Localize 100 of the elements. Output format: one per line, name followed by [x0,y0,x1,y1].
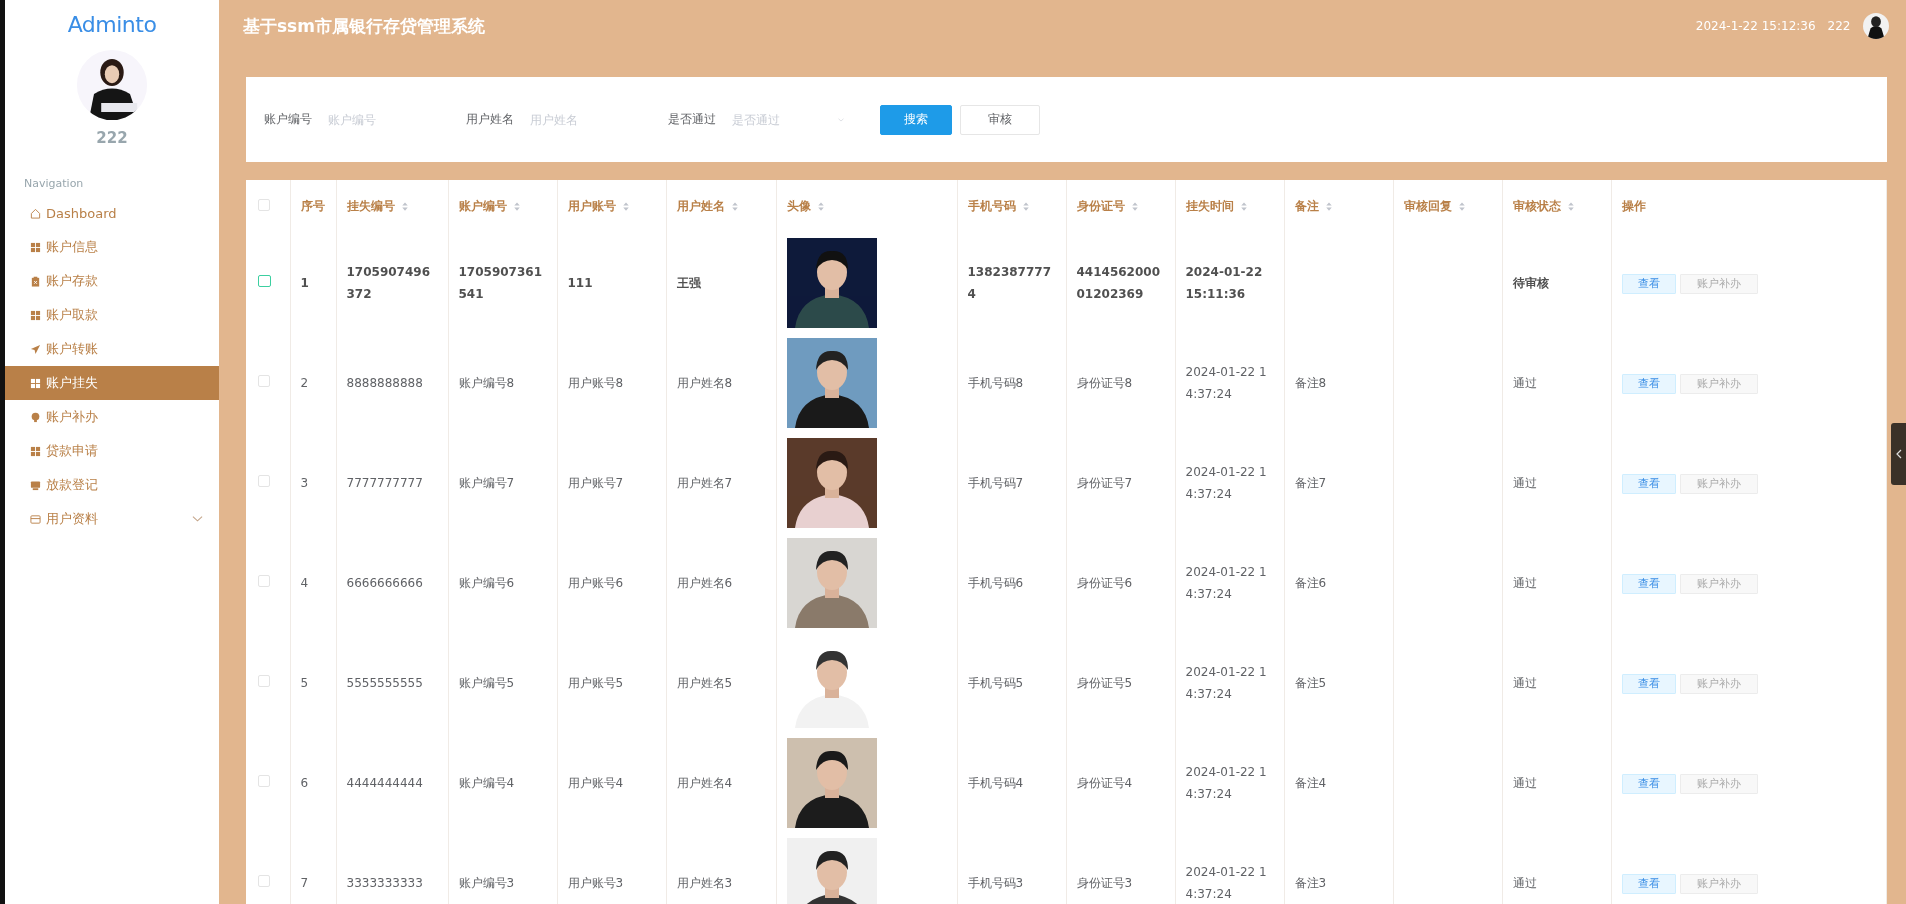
table-cell: 手机号码8 [967,376,1024,390]
table-cell: 账户编号8 [458,376,515,390]
sidebar-item[interactable]: 账户存款 [5,264,219,298]
sort-icon[interactable] [1130,201,1139,212]
sidebar-item[interactable]: 账户补办 [5,400,219,434]
table-cell: 通过 [1512,876,1537,890]
table-cell: 2024-01-22 15:11:36 [1185,265,1263,301]
table-cell: 用户姓名7 [676,476,733,490]
table-cell: 用户姓名3 [676,876,733,890]
table-cell: 通过 [1512,776,1537,790]
table-cell: 手机号码6 [967,576,1024,590]
field-label: 账户编号 [264,111,312,128]
sidebar-item[interactable]: 用户资料 [5,502,219,536]
sidebar-item[interactable]: 账户挂失 [5,366,219,400]
reissue-button[interactable]: 账户补办 [1679,873,1758,894]
table-cell: 5 [300,676,309,690]
table-row[interactable]: 4 6666666666 账户编号6 用户账号6 用户姓名6 手机号码6 身份证号6 2024-01-22 14:37:24 备注6 通过 查看 账户补办 [246,533,1886,633]
reissue-button[interactable]: 账户补办 [1679,373,1758,394]
table-row[interactable]: 2 8888888888 账户编号8 用户账号8 用户姓名8 手机号码8 身份证号8 2024-01-22 14:37:24 备注8 通过 查看 账户补办 [246,333,1886,433]
table-row[interactable]: 3 7777777777 账户编号7 用户账号7 用户姓名7 手机号码7 身份证号7 2024-01-22 14:37:24 备注7 通过 查看 账户补办 [246,433,1886,533]
reissue-button[interactable]: 账户补办 [1679,573,1758,594]
sort-icon[interactable] [400,201,409,212]
table-cell: 手机号码7 [967,476,1024,490]
table-cell: 6 [300,776,309,790]
column-header[interactable]: 用户账号 [567,198,630,215]
reissue-button[interactable]: 账户补办 [1679,473,1758,494]
chevron-icon[interactable] [838,116,844,123]
column-header[interactable]: 账户编号 [458,198,521,215]
table-cell: 4 [300,576,309,590]
logo: Adminto [67,12,157,37]
view-button[interactable]: 查看 [1621,773,1676,794]
column-header[interactable]: 挂失时间 [1185,198,1248,215]
table-cell: 身份证号8 [1076,376,1133,390]
table-cell: 2024-01-22 14:37:24 [1185,665,1267,701]
sidebar-item[interactable]: 账户信息 [5,230,219,264]
reissue-button[interactable]: 账户补办 [1679,773,1758,794]
table-cell: 111 [567,276,593,290]
table-cell: 备注3 [1294,876,1327,890]
table-cell: 3333333333 [346,876,423,890]
view-button[interactable]: 查看 [1621,673,1676,694]
table-cell: 用户账号6 [567,576,624,590]
checkbox[interactable] [258,275,271,287]
table-cell: 8888888888 [346,376,423,390]
field-label: 是否通过 [668,111,716,128]
sort-icon[interactable] [816,201,825,212]
view-button[interactable]: 查看 [1621,373,1676,394]
clipboard-icon [30,275,41,287]
box-icon [30,479,41,491]
search-button[interactable]: 搜索 [880,104,952,135]
sort-icon[interactable] [621,201,630,212]
sidebar-item[interactable]: 账户转账 [5,332,219,366]
table-cell: 用户账号7 [567,476,624,490]
sort-icon[interactable] [512,201,521,212]
side-handle[interactable] [1890,423,1906,485]
column-header[interactable]: 审核回复 [1403,198,1466,215]
table-cell: 7 [300,876,309,890]
grid-icon [30,309,41,321]
table-row[interactable]: 5 5555555555 账户编号5 用户账号5 用户姓名5 手机号码5 身份证号5 2024-01-22 14:37:24 备注5 通过 查看 账户补办 [246,633,1886,733]
grid-icon [30,377,41,389]
sort-icon[interactable] [1324,201,1333,212]
table-cell: 用户账号3 [567,876,624,890]
view-button[interactable]: 查看 [1621,573,1676,594]
table-cell: 备注5 [1294,676,1327,690]
view-button[interactable]: 查看 [1621,473,1676,494]
column-header[interactable]: 头像 [786,198,825,215]
column-header[interactable]: 挂失编号 [346,198,409,215]
review-button[interactable]: 审核 [960,104,1040,135]
column-header[interactable]: 用户姓名 [676,198,739,215]
table-cell: 用户姓名4 [676,776,733,790]
column-header[interactable]: 序号 [300,198,325,215]
table-cell: 备注7 [1294,476,1327,490]
sidebar-item[interactable]: 账户取款 [5,298,219,332]
column-header[interactable]: 备注 [1294,198,1333,215]
column-header[interactable]: 审核状态 [1512,198,1575,215]
view-button[interactable]: 查看 [1621,873,1676,894]
sort-icon[interactable] [730,201,739,212]
table-row[interactable]: 7 3333333333 账户编号3 用户账号3 用户姓名3 手机号码3 身份证号3 2024-01-22 14:37:24 备注3 通过 查看 账户补办 [246,833,1886,904]
table-cell: 通过 [1512,676,1537,690]
column-header[interactable]: 手机号码 [967,198,1030,215]
table-row[interactable]: 6 4444444444 账户编号4 用户账号4 用户姓名4 手机号码4 身份证号4 2024-01-22 14:37:24 备注4 通过 查看 账户补办 [246,733,1886,833]
table-cell: 身份证号7 [1076,476,1133,490]
sidebar-item[interactable]: 贷款申请 [5,434,219,468]
column-header[interactable]: 操作 [1621,198,1646,215]
table-row[interactable]: 1 1705907496372 1705907361541 111 王强 13823877774 441456200001202369 2024-01-22 15:11:36 待审核 查看 账户补办 [246,233,1886,333]
sort-icon[interactable] [1021,201,1030,212]
table-cell: 备注8 [1294,376,1327,390]
sort-icon[interactable] [1239,201,1248,212]
table-cell: 用户账号4 [567,776,624,790]
column-header[interactable]: 身份证号 [1076,198,1139,215]
table-cell: 7777777777 [346,476,423,490]
reissue-button[interactable]: 账户补办 [1679,273,1758,294]
sort-icon[interactable] [1457,201,1466,212]
view-button[interactable]: 查看 [1621,273,1676,294]
sidebar-item[interactable]: 放款登记 [5,468,219,502]
reissue-button[interactable]: 账户补办 [1679,673,1758,694]
sort-icon[interactable] [1566,201,1575,212]
sidebar-item[interactable]: Dashboard [5,196,219,230]
table-cell: 4444444444 [346,776,423,790]
table-cell: 用户姓名8 [676,376,733,390]
table-cell: 6666666666 [346,576,423,590]
